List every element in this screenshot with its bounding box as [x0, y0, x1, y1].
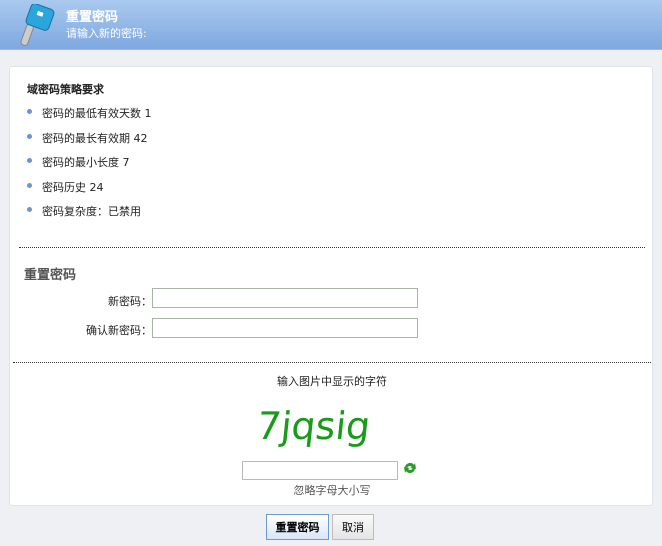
- new-password-input[interactable]: [152, 288, 418, 308]
- captcha-input[interactable]: [242, 461, 398, 480]
- svg-text:7jqsig: 7jqsig: [255, 404, 373, 448]
- key-icon: [20, 4, 55, 46]
- policy-list: 密码的最低有效天数 1 密码的最长有效期 42 密码的最小长度 7 密码历史 2…: [27, 105, 152, 228]
- reset-title: 重置密码: [24, 268, 77, 283]
- reset-password-button[interactable]: 重置密码: [266, 514, 329, 540]
- refresh-icon[interactable]: [403, 460, 417, 476]
- captcha-image: 7jqsig: [255, 404, 373, 448]
- reset-card: 域密码策略要求 密码的最低有效天数 1 密码的最长有效期 42 密码的最小长度 …: [9, 66, 653, 506]
- confirm-password-input[interactable]: [152, 318, 418, 338]
- page-title: 重置密码: [66, 10, 119, 25]
- policy-title: 域密码策略要求: [27, 83, 104, 96]
- header: 重置密码 请输入新的密码:: [0, 0, 662, 50]
- divider: [13, 362, 651, 363]
- list-item: 密码复杂度：已禁用: [27, 203, 152, 228]
- captcha-hint: 忽略字母大小写: [293, 484, 371, 497]
- list-item: 密码的最长有效期 42: [27, 130, 152, 155]
- list-item: 密码的最低有效天数 1: [27, 105, 152, 130]
- confirm-password-label: 确认新密码：: [86, 324, 152, 337]
- page-subtitle: 请输入新的密码:: [66, 27, 147, 40]
- new-password-label: 新密码：: [108, 295, 152, 308]
- cancel-button[interactable]: 取消: [332, 514, 374, 540]
- captcha-label: 输入图片中显示的字符: [277, 375, 387, 388]
- list-item: 密码的最小长度 7: [27, 154, 152, 179]
- list-item: 密码历史 24: [27, 179, 152, 204]
- divider: [19, 247, 645, 248]
